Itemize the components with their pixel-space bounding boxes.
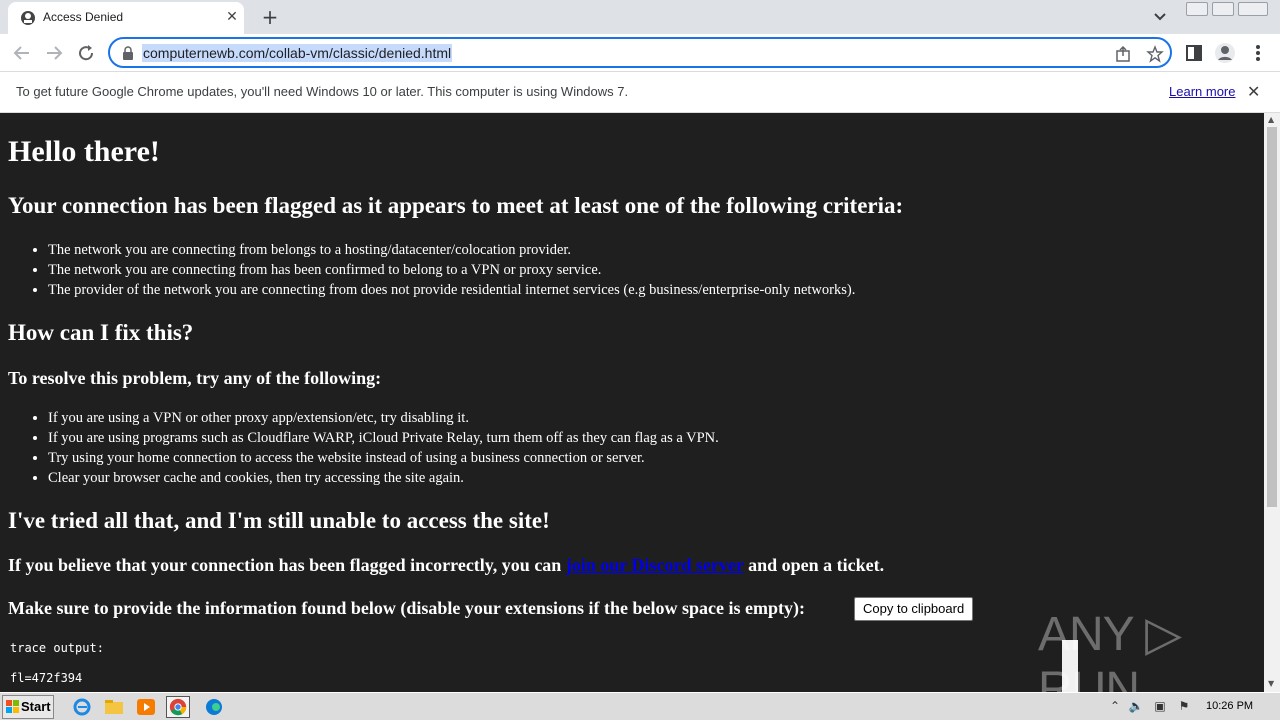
scroll-down-icon[interactable]: ▼ [1268, 679, 1274, 688]
list-item: The provider of the network you are conn… [48, 280, 855, 300]
tab-strip: Access Denied ✕ + [0, 0, 1280, 34]
update-infobar: To get future Google Chrome updates, you… [0, 72, 1280, 113]
believe-suffix: and open a ticket. [743, 555, 885, 575]
network-icon[interactable]: ▣ [1152, 698, 1168, 714]
flag-heading: Your connection has been flagged as it a… [8, 193, 904, 218]
volume-icon[interactable]: 🔈 [1128, 698, 1144, 714]
page-favicon-icon [21, 11, 35, 25]
share-icon[interactable] [1114, 45, 1132, 63]
minimize-button[interactable] [1186, 2, 1208, 16]
page-title: Hello there! [8, 135, 160, 168]
forward-arrow-icon[interactable] [43, 42, 65, 64]
resolve-heading: To resolve this problem, try any of the … [8, 368, 382, 388]
profile-avatar-icon[interactable] [1214, 42, 1236, 64]
list-item: The network you are connecting from belo… [48, 240, 855, 260]
infobar-message: To get future Google Chrome updates, you… [16, 84, 629, 99]
windows-logo-icon [6, 700, 19, 713]
windows-taskbar: Start ⌃ 🔈 ▣ ⚑ 10:26 PM [0, 692, 1280, 720]
start-label: Start [21, 699, 51, 714]
scrollbar-thumb[interactable] [1267, 127, 1277, 507]
discord-link[interactable]: join our Discord server [566, 555, 744, 575]
close-window-button[interactable] [1238, 2, 1268, 16]
new-tab-button[interactable]: + [259, 6, 281, 28]
scroll-up-icon[interactable]: ▲ [1268, 115, 1274, 124]
believe-text: If you believe that your connection has … [8, 555, 884, 576]
trace-line: fl=472f394 [10, 671, 83, 685]
internet-explorer-icon[interactable] [70, 696, 94, 718]
infobar-close-icon[interactable]: ✕ [1247, 82, 1260, 101]
still-heading: I've tried all that, and I'm still unabl… [8, 508, 550, 533]
fixes-list: If you are using a VPN or other proxy ap… [48, 408, 719, 488]
menu-kebab-icon[interactable] [1247, 42, 1269, 64]
back-arrow-icon[interactable] [11, 42, 33, 64]
fix-heading: How can I fix this? [8, 320, 194, 345]
reload-icon[interactable] [75, 42, 97, 64]
learn-more-link[interactable]: Learn more [1169, 84, 1235, 99]
lock-icon[interactable] [122, 46, 134, 60]
chrome-icon[interactable] [166, 696, 190, 718]
browser-toolbar: computernewb.com/collab-vm/classic/denie… [0, 34, 1280, 72]
copy-to-clipboard-button[interactable]: Copy to clipboard [854, 597, 974, 621]
taskbar-clock[interactable]: 10:26 PM [1206, 700, 1253, 712]
vertical-scrollbar[interactable]: ▲ ▼ [1264, 113, 1280, 692]
action-center-flag-icon[interactable]: ⚑ [1176, 698, 1192, 714]
tab-title: Access Denied [43, 10, 124, 24]
tray-expand-icon[interactable]: ⌃ [1107, 698, 1123, 714]
edge-icon[interactable] [202, 696, 226, 718]
list-item: If you are using programs such as Cloudf… [48, 428, 719, 448]
list-item: Try using your home connection to access… [48, 448, 719, 468]
url-text[interactable]: computernewb.com/collab-vm/classic/denie… [142, 44, 453, 62]
tab-access-denied[interactable]: Access Denied ✕ [8, 2, 244, 34]
trace-label: trace output: [10, 641, 104, 655]
list-item: Clear your browser cache and cookies, th… [48, 468, 719, 488]
side-panel-icon[interactable] [1183, 42, 1205, 64]
tab-close-icon[interactable]: ✕ [224, 9, 240, 25]
restore-button[interactable] [1212, 2, 1234, 16]
criteria-list: The network you are connecting from belo… [48, 240, 855, 300]
list-item: If you are using a VPN or other proxy ap… [48, 408, 719, 428]
chevron-down-icon[interactable] [1152, 9, 1168, 25]
start-button[interactable]: Start [2, 695, 54, 719]
provide-text: Make sure to provide the information fou… [8, 598, 806, 618]
believe-prefix: If you believe that your connection has … [8, 555, 566, 575]
bookmark-star-icon[interactable] [1146, 45, 1164, 63]
file-explorer-icon[interactable] [102, 696, 126, 718]
list-item: The network you are connecting from has … [48, 260, 855, 280]
address-bar[interactable]: computernewb.com/collab-vm/classic/denie… [108, 37, 1172, 68]
media-player-icon[interactable] [134, 696, 158, 718]
